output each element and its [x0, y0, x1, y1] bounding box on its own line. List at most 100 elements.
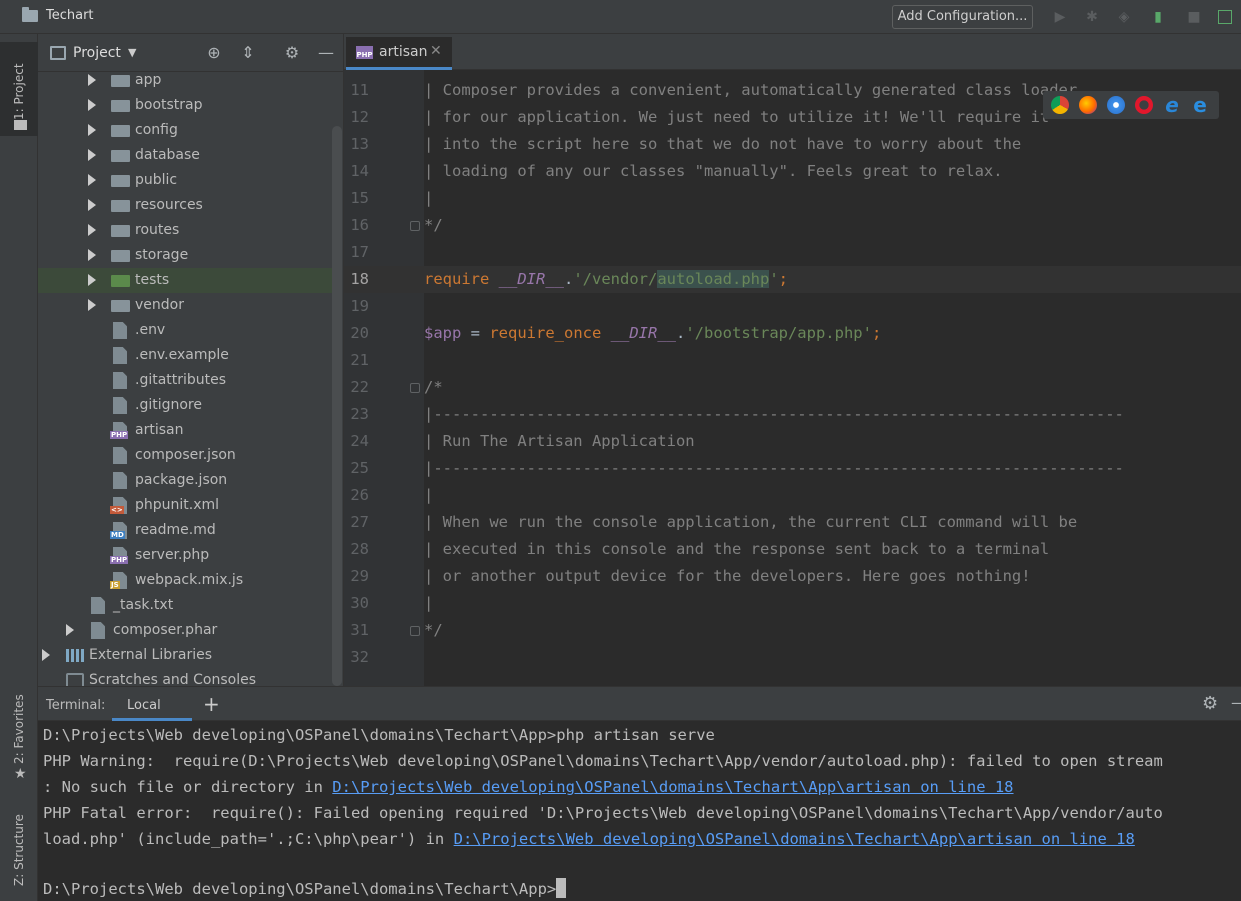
folder-icon: [111, 150, 130, 162]
line-number: 23: [350, 405, 369, 423]
line-number: 28: [350, 540, 369, 558]
close-icon[interactable]: ✕: [430, 43, 442, 59]
line-number: 16: [350, 216, 369, 234]
project-tree-scrollbar[interactable]: [332, 126, 342, 686]
chevron-right-icon[interactable]: [88, 99, 96, 111]
chevron-right-icon[interactable]: [88, 149, 96, 161]
file-link[interactable]: D:\Projects\Web developing\OSPanel\domai…: [332, 778, 1013, 796]
debug-icon[interactable]: ✱: [1084, 9, 1100, 25]
tree-item[interactable]: database: [38, 143, 333, 168]
tree-item[interactable]: bootstrap: [38, 93, 333, 118]
tree-item[interactable]: resources: [38, 193, 333, 218]
code-text: |---------------------------------------…: [424, 405, 1124, 423]
terminal-output[interactable]: D:\Projects\Web developing\OSPanel\domai…: [38, 721, 1241, 901]
chevron-right-icon[interactable]: [88, 299, 96, 311]
code-text: | Run The Artisan Application: [424, 432, 695, 450]
file-file-icon: [91, 597, 105, 614]
folder-icon: [111, 300, 130, 312]
tree-item[interactable]: PHP artisan: [38, 418, 333, 443]
opera-icon[interactable]: [1135, 96, 1153, 114]
project-tree: app bootstrap config database public resource…: [38, 72, 343, 686]
line-number: 17: [350, 243, 369, 261]
terminal-tab-local[interactable]: Local: [112, 691, 192, 721]
tree-item[interactable]: package.json: [38, 468, 333, 493]
code-line: 28 | executed in this console and the res…: [344, 536, 1241, 563]
project-name: Techart: [46, 8, 94, 23]
library-icon: [66, 649, 84, 662]
tree-item[interactable]: PHP server.php: [38, 543, 333, 568]
tree-item[interactable]: composer.phar: [38, 618, 333, 643]
add-configuration-button[interactable]: Add Configuration...: [892, 5, 1033, 29]
folder-icon: [111, 175, 130, 187]
line-number: 31: [350, 621, 369, 639]
chrome-icon[interactable]: [1051, 96, 1069, 114]
terminal-toolbar-icon[interactable]: [1218, 10, 1232, 24]
editor-tab-bar: PHP artisan ✕: [344, 34, 1241, 70]
chevron-right-icon[interactable]: [88, 249, 96, 261]
chevron-right-icon[interactable]: [88, 274, 96, 286]
stop-icon[interactable]: ■: [1186, 9, 1202, 25]
chevron-right-icon[interactable]: [42, 649, 50, 661]
safari-icon[interactable]: [1107, 96, 1125, 114]
tree-item[interactable]: composer.json: [38, 443, 333, 468]
tree-item[interactable]: .gitignore: [38, 393, 333, 418]
tree-item[interactable]: _task.txt: [38, 593, 333, 618]
file-link[interactable]: D:\Projects\Web developing\OSPanel\domai…: [454, 830, 1135, 848]
tree-item[interactable]: External Libraries: [38, 643, 333, 668]
run-icon[interactable]: ▶: [1052, 9, 1068, 25]
tree-item[interactable]: storage: [38, 243, 333, 268]
fold-marker-icon[interactable]: [410, 626, 420, 636]
tree-item[interactable]: MD readme.md: [38, 518, 333, 543]
chevron-right-icon[interactable]: [88, 174, 96, 186]
ie-icon[interactable]: e: [1163, 95, 1181, 115]
editor-tab-artisan[interactable]: PHP artisan ✕: [346, 37, 452, 70]
tree-item[interactable]: app: [38, 68, 333, 93]
side-tab-project[interactable]: 1: Project: [0, 42, 38, 136]
code-editor[interactable]: 11 | Composer provides a convenient, auto…: [344, 70, 1241, 686]
tree-item[interactable]: vendor: [38, 293, 333, 318]
fold-marker-icon[interactable]: [410, 221, 420, 231]
hide-panel-icon[interactable]: —: [316, 43, 336, 63]
side-tab-favorites[interactable]: 2: Favorites ★: [0, 674, 38, 784]
tree-item[interactable]: JS webpack.mix.js: [38, 568, 333, 593]
line-number: 24: [350, 432, 369, 450]
tree-item[interactable]: tests: [38, 268, 333, 293]
gear-icon[interactable]: ⚙: [1202, 693, 1218, 714]
fold-marker-icon[interactable]: [410, 383, 420, 393]
chevron-right-icon[interactable]: [88, 74, 96, 86]
chevron-down-icon[interactable]: ▼: [128, 46, 136, 59]
new-terminal-tab-button[interactable]: +: [203, 692, 220, 716]
code-line: 25 |-------------------------------------…: [344, 455, 1241, 482]
code-text: | for our application. We just need to u…: [424, 108, 1050, 126]
tree-item-label: composer.phar: [113, 622, 218, 638]
code-line: 23 |-------------------------------------…: [344, 401, 1241, 428]
tree-item[interactable]: routes: [38, 218, 333, 243]
project-view-selector[interactable]: Project: [73, 45, 121, 61]
locate-icon[interactable]: ⊕: [204, 43, 224, 63]
profile-icon[interactable]: ▮: [1150, 9, 1166, 25]
code-line: 15 |: [344, 185, 1241, 212]
tree-item[interactable]: config: [38, 118, 333, 143]
code-line: 30 |: [344, 590, 1241, 617]
tree-item[interactable]: .gitattributes: [38, 368, 333, 393]
tree-item[interactable]: .env.example: [38, 343, 333, 368]
tree-item[interactable]: .env: [38, 318, 333, 343]
file-file-icon: [113, 322, 127, 339]
side-tab-structure[interactable]: Z: Structure: [0, 794, 38, 901]
hide-panel-icon[interactable]: —: [1231, 693, 1241, 712]
open-in-browser-bar: ee: [1043, 91, 1219, 119]
chevron-right-icon[interactable]: [88, 224, 96, 236]
chevron-right-icon[interactable]: [88, 124, 96, 136]
tree-item-label: app: [135, 72, 162, 88]
tree-item[interactable]: public: [38, 168, 333, 193]
star-icon: ★: [14, 766, 27, 782]
firefox-icon[interactable]: [1079, 96, 1097, 114]
coverage-icon[interactable]: ◈: [1116, 9, 1132, 25]
tree-item[interactable]: <> phpunit.xml: [38, 493, 333, 518]
chevron-right-icon[interactable]: [66, 624, 74, 636]
tree-item[interactable]: Scratches and Consoles: [38, 668, 333, 686]
chevron-right-icon[interactable]: [88, 199, 96, 211]
collapse-all-icon[interactable]: ⇕: [238, 43, 258, 63]
edge-icon[interactable]: e: [1191, 95, 1209, 115]
gear-icon[interactable]: ⚙: [282, 43, 302, 63]
